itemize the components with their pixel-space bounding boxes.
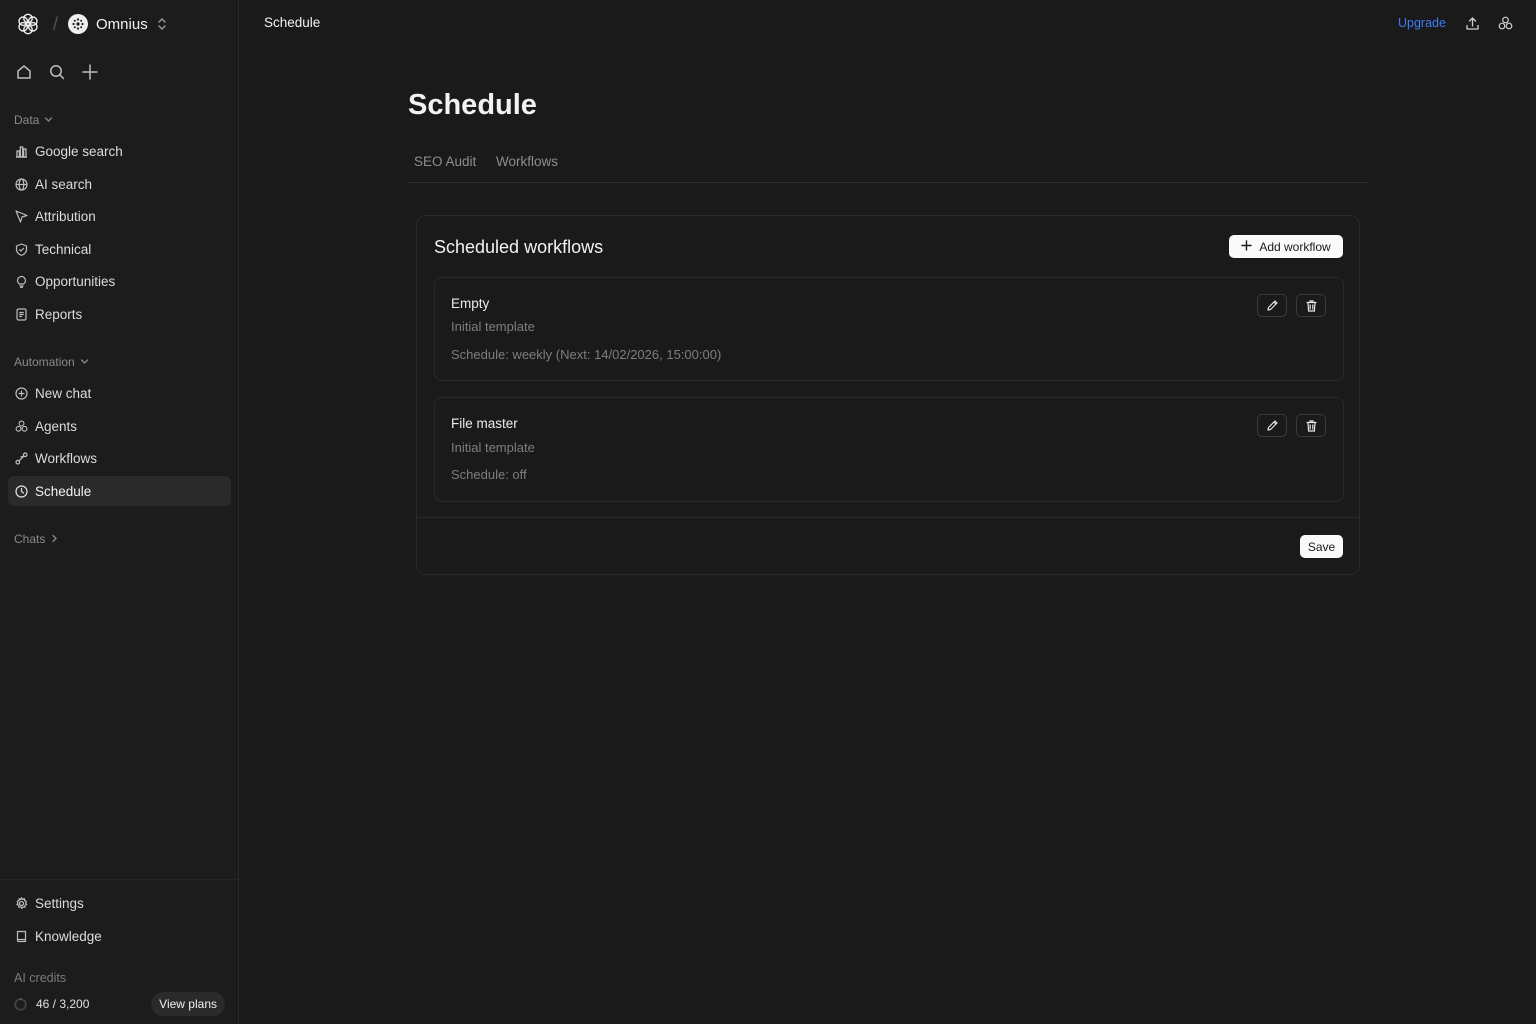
tab-workflows[interactable]: Workflows <box>496 154 558 169</box>
logo-icon[interactable] <box>16 12 40 36</box>
workflow-item: File master Initial template Schedule: o… <box>434 397 1344 502</box>
tab-bar: SEO Audit Workflows <box>408 152 1368 183</box>
book-icon <box>14 929 28 943</box>
sidebar-item-new-chat[interactable]: New chat <box>8 378 231 408</box>
sidebar-item-label: Agents <box>35 418 78 434</box>
sidebar-item-technical[interactable]: Technical <box>8 234 231 264</box>
tab-seo-audit[interactable]: SEO Audit <box>414 154 476 169</box>
sidebar-item-label: Google search <box>35 143 123 159</box>
credits-progress-ring <box>14 997 27 1011</box>
edit-button[interactable] <box>1257 414 1287 437</box>
sidebar-item-workflows[interactable]: Workflows <box>8 443 231 473</box>
sidebar-item-label: New chat <box>35 385 92 401</box>
quick-actions <box>14 62 100 82</box>
sidebar-item-label: Schedule <box>35 483 92 499</box>
clock-icon <box>14 484 28 498</box>
sidebar-item-label: AI search <box>35 176 93 192</box>
file-icon <box>14 307 28 321</box>
chevron-up-down-icon[interactable] <box>157 17 167 31</box>
lightbulb-icon <box>14 274 28 288</box>
sidebar: / Omnius Data Google search AI search At… <box>0 0 239 1024</box>
sidebar-item-label: Reports <box>35 306 83 322</box>
add-workflow-button[interactable]: Add workflow <box>1229 235 1343 258</box>
credits-value: 46 / 3,200 <box>36 997 90 1011</box>
trash-icon <box>1305 300 1317 312</box>
save-button[interactable]: Save <box>1300 535 1343 558</box>
delete-button[interactable] <box>1296 294 1326 317</box>
scheduled-workflows-card: Scheduled workflows Add workflow Empty I… <box>416 215 1360 575</box>
breadcrumb: Schedule <box>264 15 321 30</box>
sidebar-item-label: Workflows <box>35 450 98 466</box>
edit-button[interactable] <box>1257 294 1287 317</box>
sidebar-item-knowledge[interactable]: Knowledge <box>8 921 231 951</box>
section-data-label: Data <box>14 113 40 127</box>
sidebar-item-schedule[interactable]: Schedule <box>8 476 231 506</box>
sidebar-item-label: Attribution <box>35 208 96 224</box>
workflow-template: Initial template <box>451 319 535 334</box>
bar-chart-icon <box>14 144 28 158</box>
upgrade-link[interactable]: Upgrade <box>1398 16 1446 30</box>
sidebar-item-label: Opportunities <box>35 273 116 289</box>
sidebar-item-google-search[interactable]: Google search <box>8 136 231 166</box>
section-automation[interactable]: Automation <box>14 355 89 369</box>
pencil-icon <box>1266 300 1278 311</box>
pencil-icon <box>1266 420 1278 431</box>
plus-icon <box>1241 239 1253 254</box>
credits-row: 46 / 3,200 View plans <box>14 991 225 1017</box>
credits-label: AI credits <box>14 971 67 985</box>
sidebar-item-label: Technical <box>35 241 92 257</box>
workspace-name[interactable]: Omnius <box>96 16 148 33</box>
chevron-down-icon <box>44 113 53 127</box>
workflow-icon <box>14 451 28 465</box>
plus-icon[interactable] <box>80 62 100 82</box>
agents-panel-icon[interactable] <box>1497 15 1514 32</box>
chevron-right-icon <box>50 532 59 546</box>
workflow-schedule: Schedule: off <box>451 467 527 482</box>
section-data[interactable]: Data <box>14 113 53 127</box>
chevron-down-icon <box>80 355 89 369</box>
gear-icon <box>14 896 28 910</box>
section-automation-label: Automation <box>14 355 75 369</box>
workflow-name: Empty <box>451 296 490 311</box>
workspace-avatar[interactable] <box>68 14 89 34</box>
search-icon[interactable] <box>47 62 67 82</box>
add-workflow-label: Add workflow <box>1259 239 1331 254</box>
workflow-schedule: Schedule: weekly (Next: 14/02/2026, 15:0… <box>451 347 722 362</box>
workflow-name: File master <box>451 416 518 431</box>
sidebar-item-reports[interactable]: Reports <box>8 299 231 329</box>
shield-icon <box>14 242 28 256</box>
app-root: / Omnius Data Google search AI search At… <box>0 0 1536 1024</box>
card-footer-divider <box>417 517 1359 518</box>
share-upload-icon[interactable] <box>1464 15 1481 32</box>
sidebar-divider <box>0 879 239 880</box>
trash-icon <box>1305 420 1317 432</box>
card-title: Scheduled workflows <box>434 237 604 257</box>
workspace-switcher: / Omnius <box>16 11 167 37</box>
sidebar-item-opportunities[interactable]: Opportunities <box>8 266 231 296</box>
breadcrumb-separator: / <box>53 13 59 34</box>
page-title: Schedule <box>408 89 537 121</box>
plus-circle-icon <box>14 386 28 400</box>
pointer-icon <box>14 209 28 223</box>
delete-button[interactable] <box>1296 414 1326 437</box>
sidebar-item-agents[interactable]: Agents <box>8 411 231 441</box>
sidebar-item-ai-search[interactable]: AI search <box>8 169 231 199</box>
workflow-item: Empty Initial template Schedule: weekly … <box>434 277 1344 381</box>
workflow-template: Initial template <box>451 440 535 455</box>
sidebar-item-label: Knowledge <box>35 928 102 944</box>
sidebar-item-label: Settings <box>35 895 84 911</box>
section-chats-label: Chats <box>14 532 46 546</box>
section-chats[interactable]: Chats <box>14 532 59 546</box>
view-plans-button[interactable]: View plans <box>151 992 225 1016</box>
home-icon[interactable] <box>14 62 34 82</box>
agents-icon <box>14 419 28 433</box>
sidebar-item-settings[interactable]: Settings <box>8 888 231 918</box>
globe-icon <box>14 177 28 191</box>
sidebar-item-attribution[interactable]: Attribution <box>8 201 231 231</box>
